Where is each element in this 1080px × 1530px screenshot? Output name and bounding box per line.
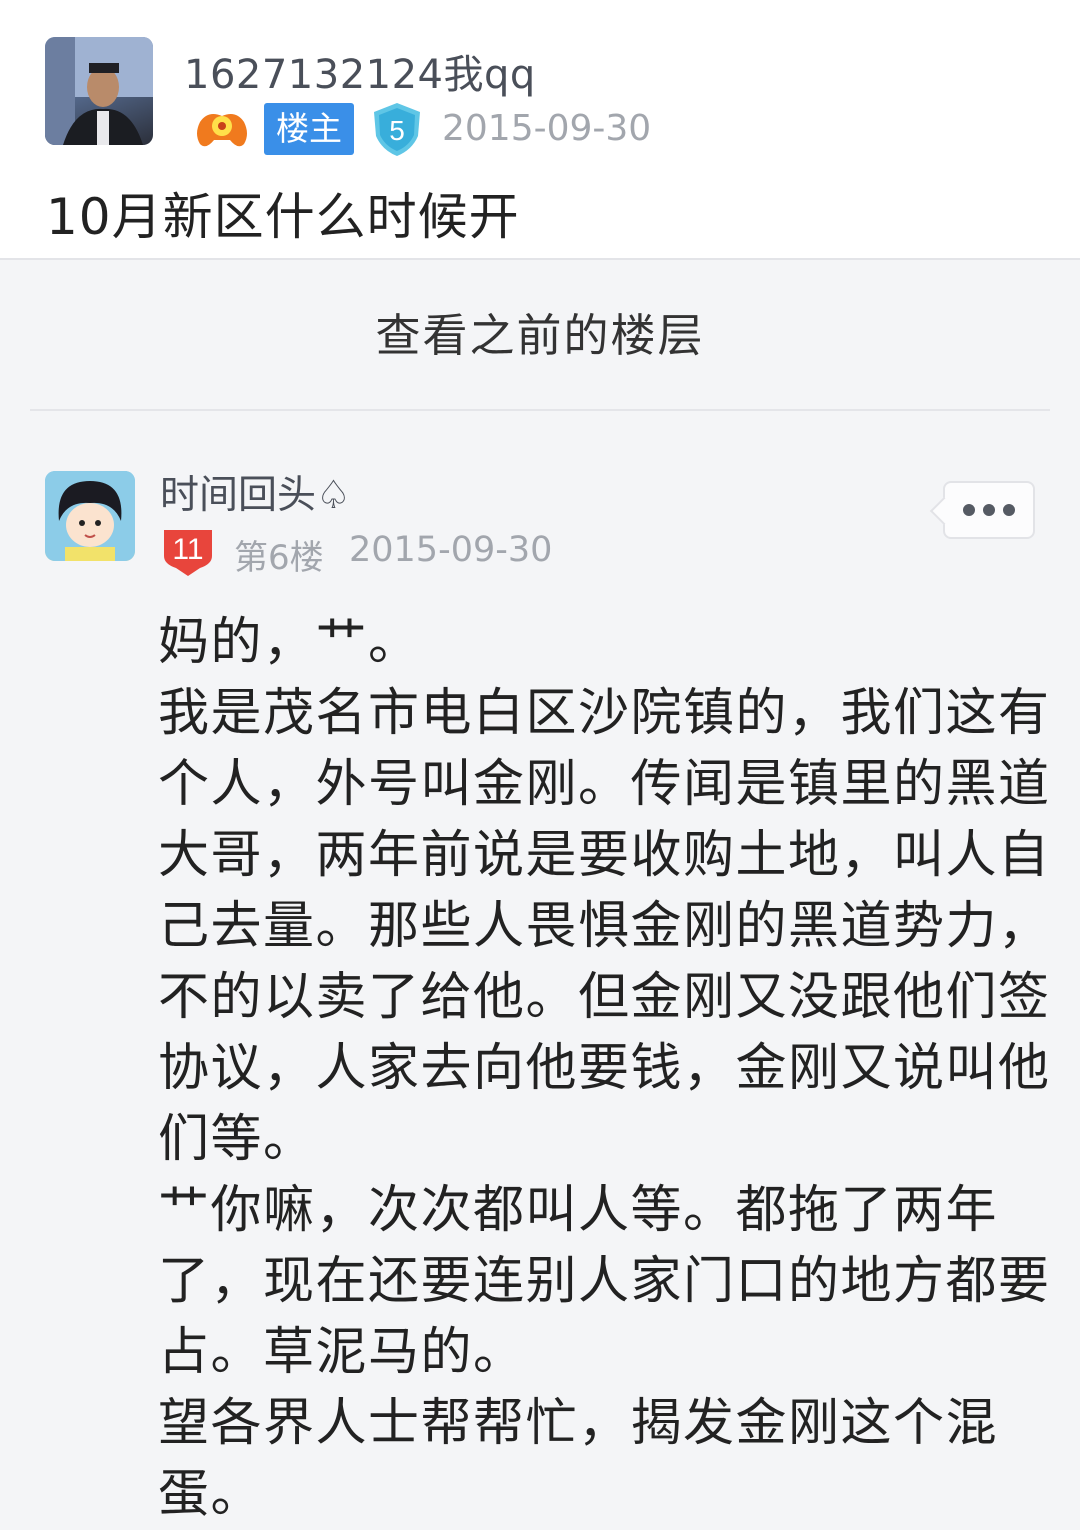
reply-line: 了，现在还要连别人家门口的地方都要 (158, 1252, 1051, 1311)
user-level-badge-icon: 11 (164, 530, 212, 576)
game-controller-icon (197, 114, 247, 147)
op-date: 2015-09-30 (442, 108, 652, 149)
more-dot-icon (1003, 504, 1015, 516)
host-badge: 楼主 (264, 103, 354, 155)
op-header: 1627132124我qq 楼主 5 2015-09-30 10月新区什么时候开 (0, 0, 1080, 260)
reply-line: 大哥，两年前说是要收购土地，叫人自 (158, 826, 1051, 885)
divider (30, 409, 1050, 411)
reply-line: 们等。 (158, 1110, 316, 1169)
op-avatar-image (45, 37, 153, 145)
reply-line: 个人，外号叫金刚。传闻是镇里的黑道 (158, 755, 1051, 814)
reply-line: 协议，人家去向他要钱，金刚又说叫他 (158, 1039, 1051, 1098)
reply-avatar-image (45, 471, 135, 561)
reply-username[interactable]: 时间回头♤ (160, 464, 351, 520)
reply-line: 艹你嘛，次次都叫人等。都拖了两年 (158, 1181, 999, 1240)
reply-date: 2015-09-30 (349, 530, 553, 570)
op-avatar[interactable] (45, 37, 153, 145)
reply-avatar[interactable] (45, 471, 135, 561)
more-options-button[interactable] (943, 481, 1035, 539)
view-previous-floors-button[interactable]: 查看之前的楼层 (0, 262, 1080, 410)
more-dot-icon (983, 504, 995, 516)
more-dot-icon (963, 504, 975, 516)
post-title: 10月新区什么时候开 (46, 188, 520, 246)
reply-line: 不的以卖了给他。但金刚又没跟他们签 (158, 968, 1051, 1027)
shield-level: 5 (389, 115, 405, 146)
reply-content: 妈的，艹。 我是茂名市电白区沙院镇的，我们这有 个人，外号叫金刚。传闻是镇里的黑… (158, 607, 1051, 1530)
level-shield-icon: 5 (374, 103, 420, 156)
reply-line: 己去量。那些人畏惧金刚的黑道势力， (158, 897, 1051, 956)
reply-line: 我是茂名市电白区沙院镇的，我们这有 (158, 684, 1051, 743)
floor-number: 第6楼 (234, 538, 324, 578)
reply-line: 蛋。 (158, 1465, 264, 1524)
user-level: 11 (172, 533, 203, 566)
reply-line: 占。草泥马的。 (158, 1323, 526, 1382)
reply-line: 望各界人士帮帮忙，揭发金刚这个混 (158, 1394, 999, 1453)
reply-line: 妈的，艹。 (158, 613, 421, 672)
op-username[interactable]: 1627132124我qq (184, 42, 536, 100)
